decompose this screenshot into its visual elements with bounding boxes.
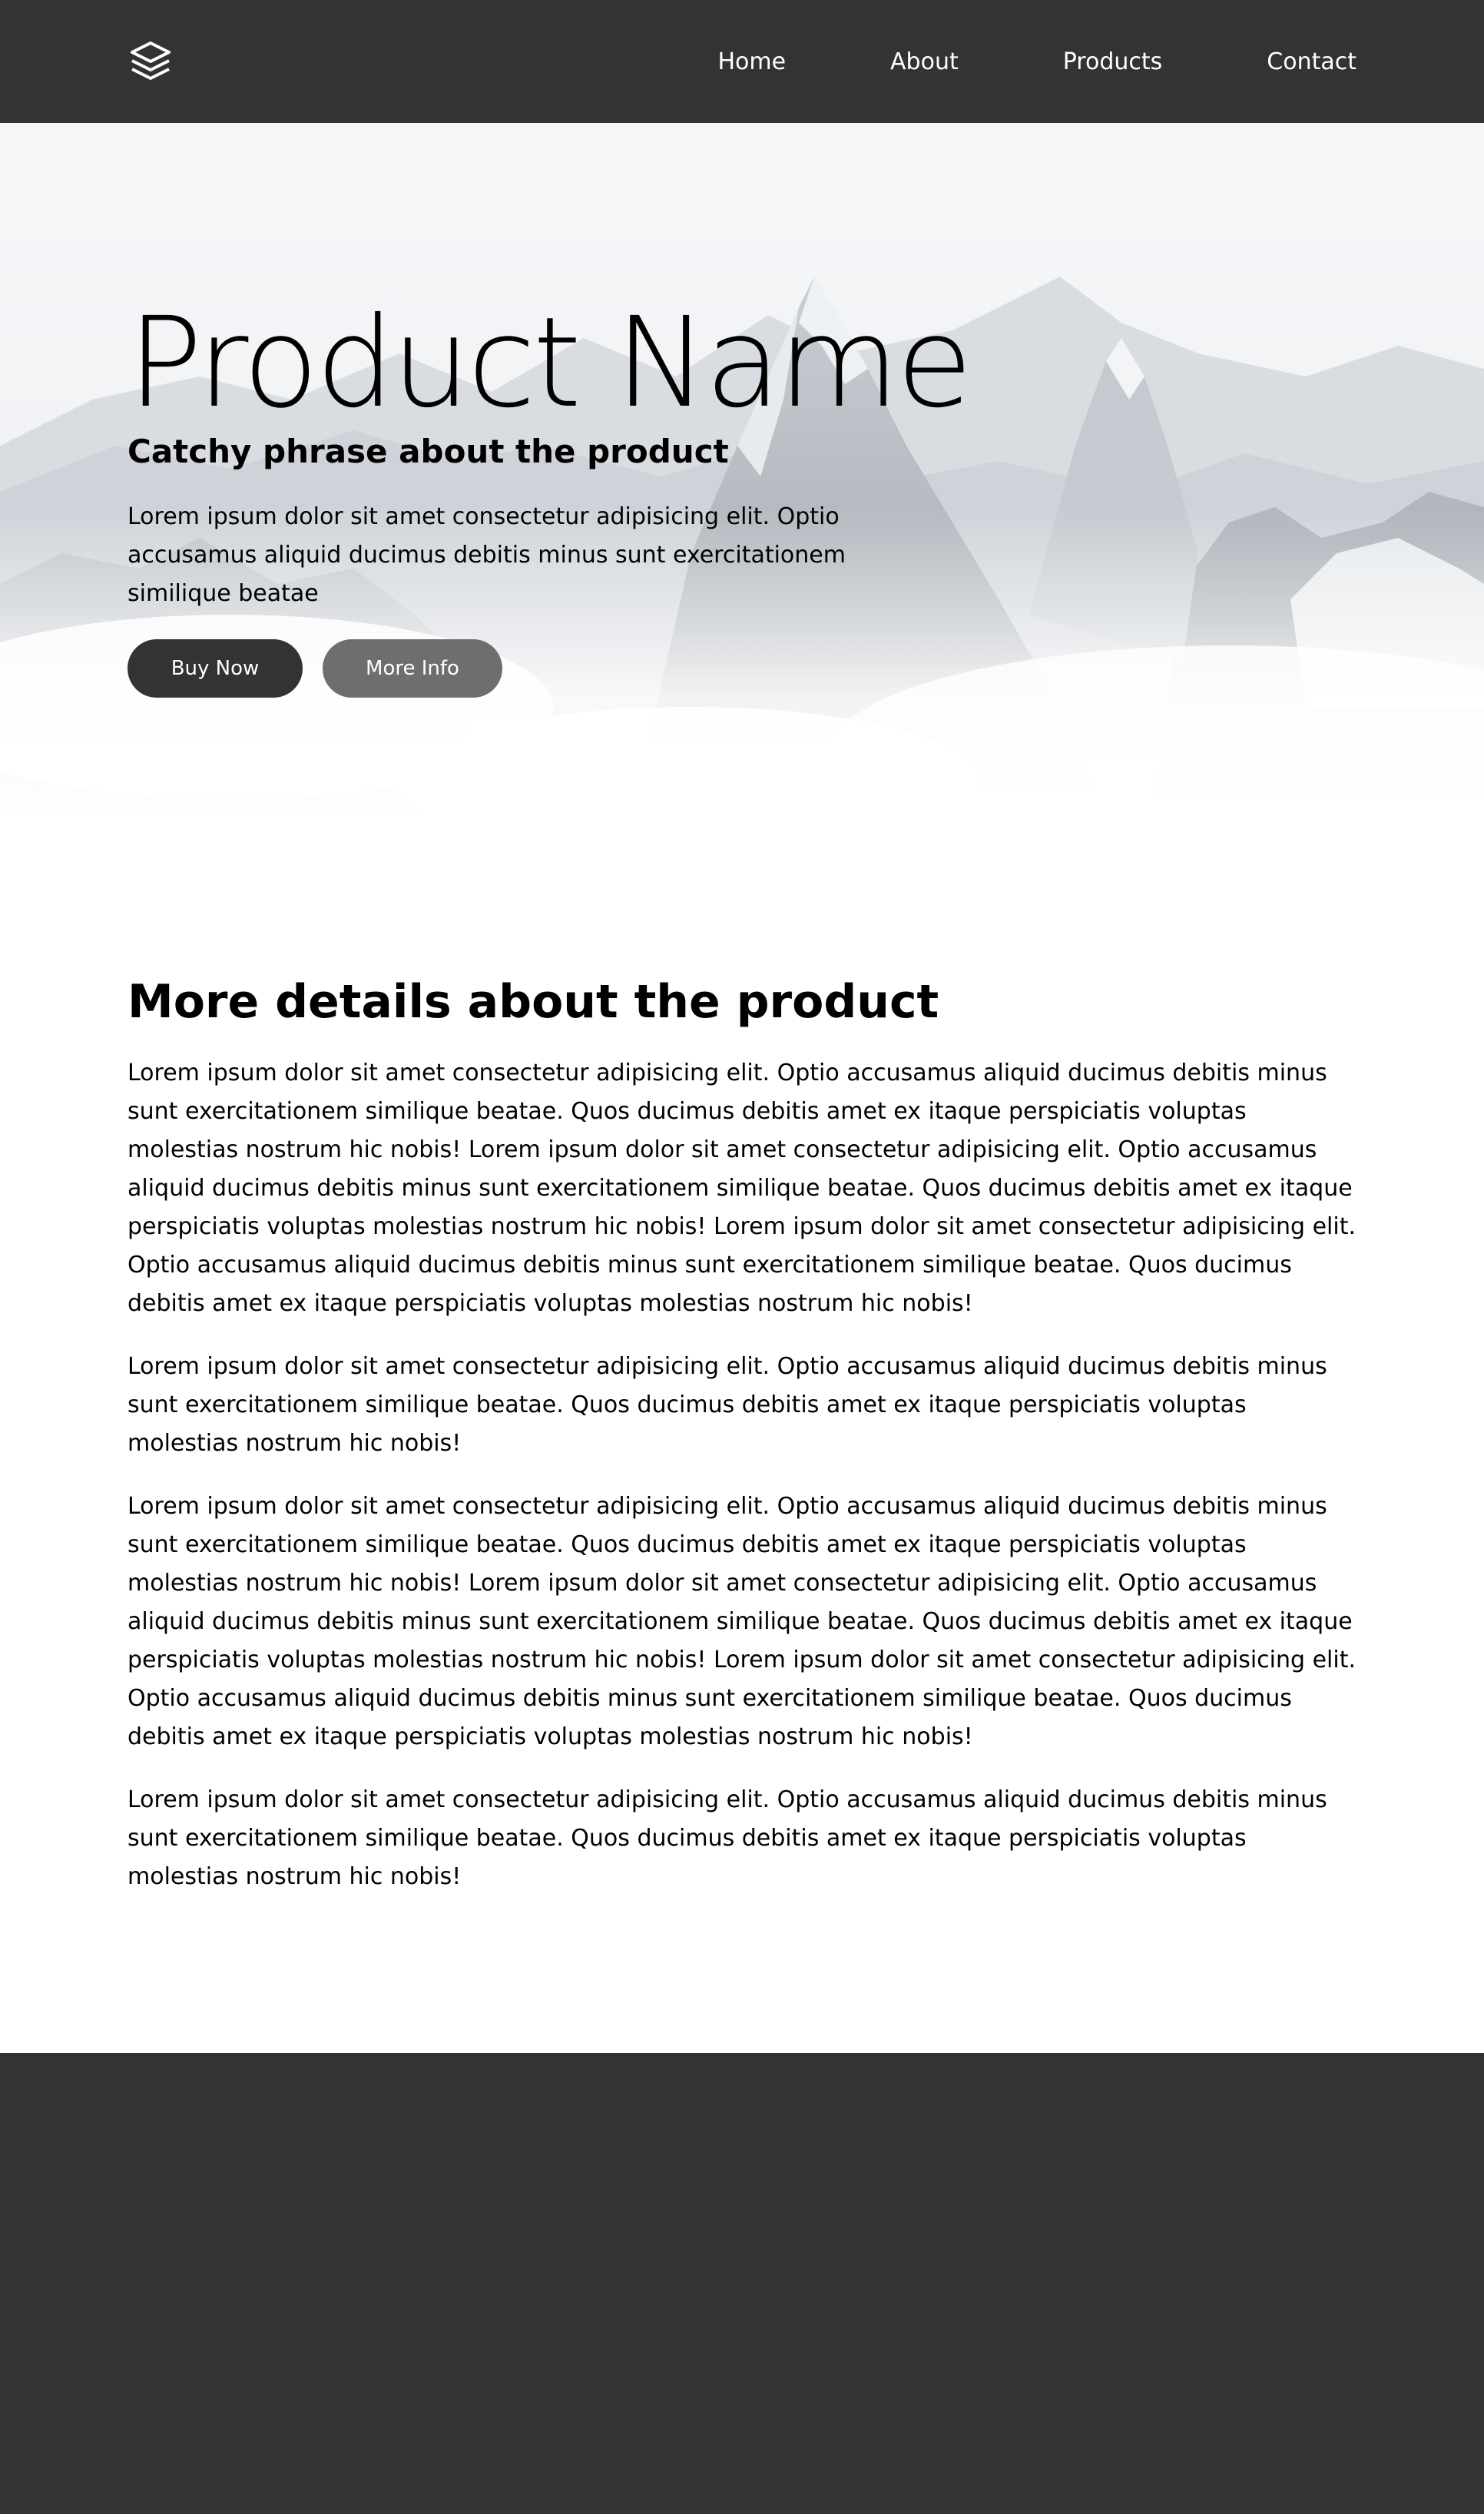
- product-tagline: Catchy phrase about the product: [128, 433, 729, 470]
- layers-icon[interactable]: [128, 38, 174, 85]
- nav-link-about[interactable]: About: [890, 48, 959, 75]
- nav-links: Home About Products Contact: [717, 0, 1356, 123]
- details-heading: More details about the product: [128, 975, 939, 1029]
- nav-link-home[interactable]: Home: [717, 48, 786, 75]
- nav-link-products[interactable]: Products: [1063, 48, 1163, 75]
- details-paragraph: Lorem ipsum dolor sit amet consectetur a…: [128, 1353, 1327, 1457]
- hero-buttons: Buy Now More Info: [128, 639, 972, 698]
- details-paragraph: Lorem ipsum dolor sit amet consectetur a…: [128, 1786, 1327, 1890]
- buy-now-button[interactable]: Buy Now: [128, 639, 303, 698]
- footer: [0, 2053, 1484, 2514]
- more-info-button[interactable]: More Info: [323, 639, 502, 698]
- hero-content: Product Name Catchy phrase about the pro…: [128, 291, 973, 698]
- details-paragraph: Lorem ipsum dolor sit amet consectetur a…: [128, 1060, 1356, 1317]
- product-description: Lorem ipsum dolor sit amet consectetur a…: [128, 503, 846, 607]
- navbar: Home About Products Contact: [0, 0, 1484, 123]
- product-title: Product Name: [128, 291, 973, 436]
- nav-link-contact[interactable]: Contact: [1267, 48, 1356, 75]
- details-paragraph: Lorem ipsum dolor sit amet consectetur a…: [128, 1493, 1356, 1750]
- hero-section: Product Name Catchy phrase about the pro…: [0, 123, 1484, 821]
- details-section: More details about the product Lorem ips…: [128, 973, 1356, 1896]
- logo-layers-icon: [131, 41, 171, 80]
